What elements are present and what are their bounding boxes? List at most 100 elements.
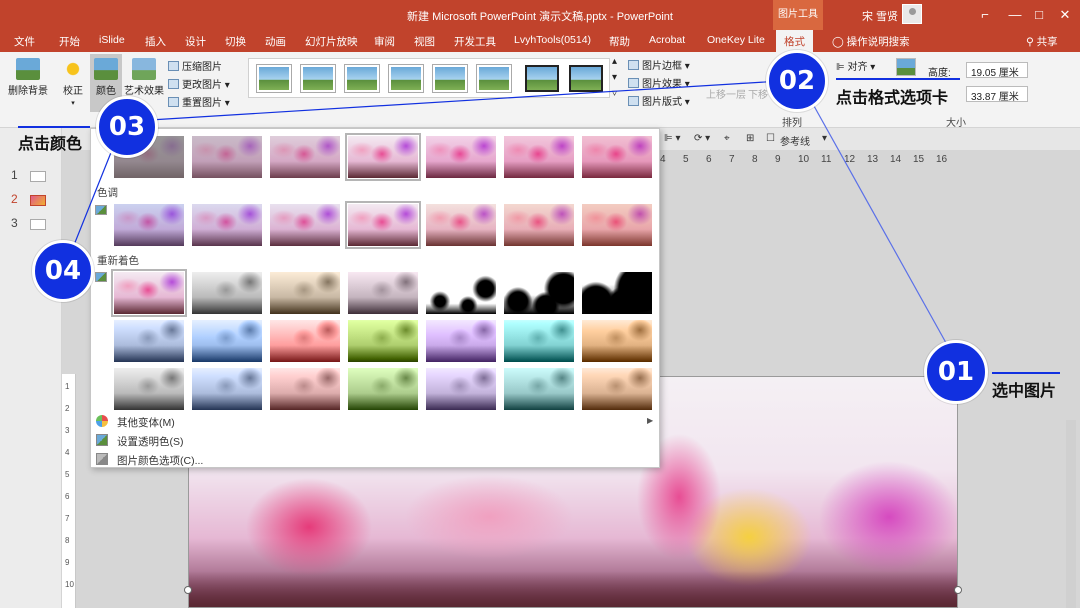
tab-lvyhtools[interactable]: LvyhTools(0514) [514,34,591,46]
recolor-swatch[interactable] [581,271,653,315]
recolor-swatch[interactable] [269,271,341,315]
recolor-swatch[interactable] [581,367,653,411]
tab-home[interactable]: 开始 [59,34,80,49]
gallery-scroll-up-icon[interactable]: ▴ [612,56,617,67]
picture-layout-button[interactable]: 图片版式 ▾ [628,93,690,108]
height-field[interactable]: 19.05 厘米 [966,62,1028,78]
align-button[interactable]: ⊫ 对齐 ▾ [836,58,875,73]
gallery-more-icon[interactable]: ▿ [612,88,617,99]
tone-swatch[interactable] [269,203,341,247]
picture-effects-button[interactable]: 图片效果 ▾ [628,75,690,90]
saturation-swatch[interactable] [269,135,341,179]
tone-swatch[interactable] [191,203,263,247]
close-button[interactable]: ✕ [1050,5,1080,25]
saturation-swatch[interactable] [191,135,263,179]
saturation-swatch[interactable] [347,135,419,179]
gallery-scroll-down-icon[interactable]: ▾ [612,72,617,83]
share-button[interactable]: ⚲ 共享 [1026,34,1058,49]
tab-transitions[interactable]: 切换 [225,34,246,49]
set-transparent-color-item[interactable]: 设置透明色(S) [117,434,184,449]
compress-pictures-button[interactable]: 压缩图片 [168,58,222,73]
picture-style-thumb[interactable] [257,65,291,92]
more-variations-item[interactable]: 其他变体(M) [117,415,175,430]
saturation-swatch[interactable] [425,135,497,179]
slide-thumbnail[interactable] [30,171,46,182]
send-backward-button[interactable]: 下移 [748,86,768,101]
recolor-swatch[interactable] [581,319,653,363]
user-name[interactable]: 宋 雪贤 [862,8,898,24]
recolor-swatch[interactable] [503,271,575,315]
picture-style-thumb[interactable] [301,65,335,92]
align-tool-icon[interactable]: ⊫ ▾ [664,133,681,144]
group-tool-icon[interactable]: ⊞ [746,133,754,144]
saturation-swatch[interactable] [581,135,653,179]
corrections-button[interactable]: 校正 ▾ [58,58,88,108]
artistic-effects-button[interactable]: 艺术效果 [124,58,164,97]
tone-swatch[interactable] [503,203,575,247]
tone-swatch[interactable] [347,203,419,247]
tone-swatch[interactable] [581,203,653,247]
picture-style-thumb[interactable] [477,65,511,92]
recolor-swatch[interactable] [503,319,575,363]
recolor-swatch[interactable] [191,271,263,315]
tab-developer[interactable]: 开发工具 [454,34,496,49]
recolor-swatch[interactable] [269,367,341,411]
rotate-tool-icon[interactable]: ⟳ ▾ [694,133,710,144]
reset-picture-button[interactable]: 重置图片 ▾ [168,94,230,109]
picture-tools-context-label: 图片工具 [773,0,823,30]
recolor-swatch[interactable] [503,367,575,411]
change-picture-button[interactable]: 更改图片 ▾ [168,76,230,91]
ribbon-display-options-icon[interactable]: ⌐ [970,5,1000,25]
slide-number: 1 [11,168,18,182]
tab-islide[interactable]: iSlide [99,34,125,46]
tab-help[interactable]: 帮助 [609,34,630,49]
recolor-swatch[interactable] [191,319,263,363]
picture-style-thumb[interactable] [345,65,379,92]
crop-icon[interactable] [896,58,916,76]
tab-review[interactable]: 审阅 [374,34,395,49]
recolor-swatch[interactable] [347,319,419,363]
recolor-swatch[interactable] [269,319,341,363]
avatar[interactable] [902,4,922,24]
picture-color-options-item[interactable]: 图片颜色选项(C)... [117,453,203,468]
tab-format[interactable]: 格式 [776,30,813,52]
resize-handle[interactable] [184,586,192,594]
vertical-scrollbar[interactable] [1066,420,1076,608]
slide-thumbnail[interactable] [30,195,46,206]
recolor-swatch[interactable] [425,367,497,411]
tone-swatch[interactable] [425,203,497,247]
tab-design[interactable]: 设计 [185,34,206,49]
picture-style-thumb[interactable] [389,65,423,92]
tab-file[interactable]: 文件 [14,34,35,49]
remove-background-icon [16,58,40,80]
more-tools-icon[interactable]: ▾ [822,133,827,144]
remove-background-button[interactable]: 删除背景 [6,58,50,97]
selection-pane-icon[interactable]: ⌖ [724,133,730,144]
recolor-swatch[interactable] [347,367,419,411]
guides-checkbox[interactable]: ☐ [766,133,775,144]
recolor-swatch[interactable] [347,271,419,315]
recolor-swatch[interactable] [425,319,497,363]
tab-acrobat[interactable]: Acrobat [649,34,685,46]
recolor-swatch[interactable] [425,271,497,315]
recolor-swatch[interactable] [113,319,185,363]
recolor-swatch[interactable] [113,271,185,315]
picture-style-thumb[interactable] [433,65,467,92]
tone-swatch[interactable] [113,203,185,247]
tell-me-search[interactable]: ◯ 操作说明搜索 [832,34,910,49]
tab-insert[interactable]: 插入 [145,34,166,49]
recolor-swatch[interactable] [191,367,263,411]
resize-handle[interactable] [954,586,962,594]
picture-style-thumb[interactable] [569,65,603,92]
saturation-swatch[interactable] [503,135,575,179]
bring-forward-button[interactable]: 上移一层 [706,86,746,101]
recolor-swatch[interactable] [113,367,185,411]
picture-border-button[interactable]: 图片边框 ▾ [628,57,690,72]
tab-animations[interactable]: 动画 [265,34,286,49]
width-field[interactable]: 33.87 厘米 [966,86,1028,102]
tab-onekey-lite[interactable]: OneKey Lite [707,34,765,46]
tab-view[interactable]: 视图 [414,34,435,49]
tab-slideshow[interactable]: 幻灯片放映 [305,34,358,49]
picture-style-thumb[interactable] [525,65,559,92]
slide-thumbnail[interactable] [30,219,46,230]
